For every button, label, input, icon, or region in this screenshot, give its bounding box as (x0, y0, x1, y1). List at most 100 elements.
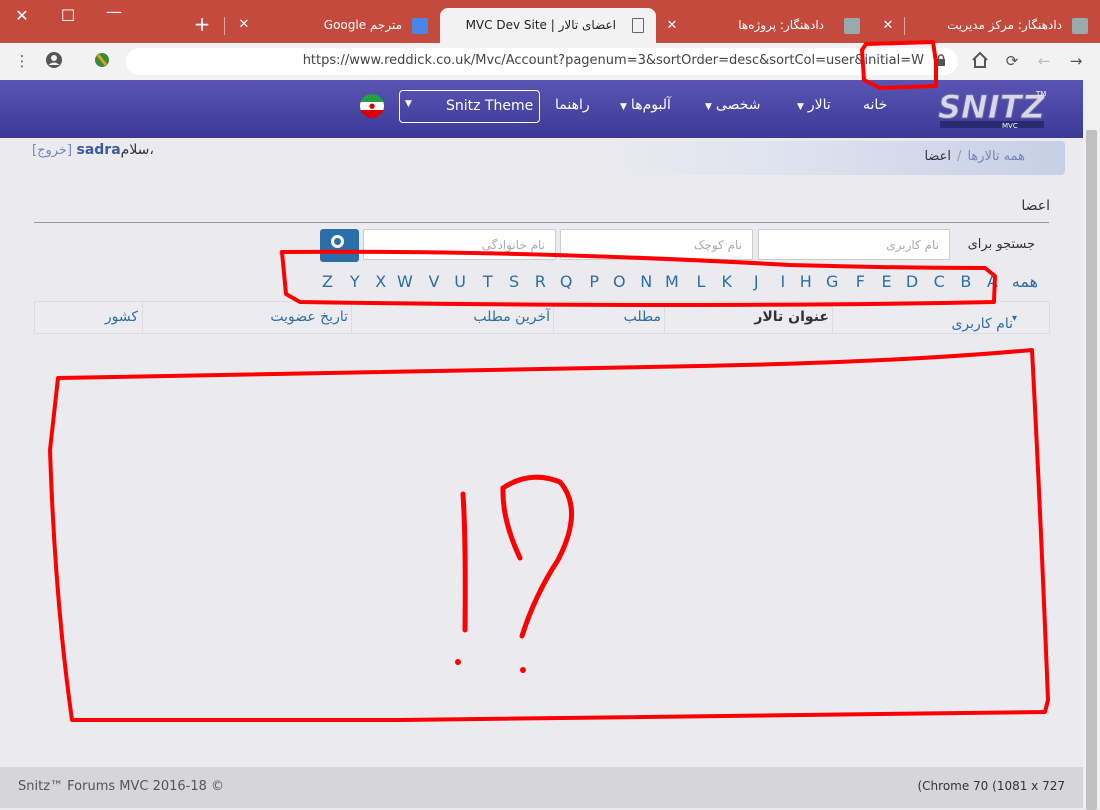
close-icon[interactable]: ✕ (236, 17, 252, 33)
alpha-letter-a[interactable]: A (987, 272, 998, 291)
alpha-letter-d[interactable]: D (906, 272, 918, 291)
logout-link[interactable]: [خروج] (32, 143, 72, 158)
alpha-letter-x[interactable]: X (375, 272, 386, 291)
lock-icon (937, 54, 945, 66)
site-favicon-icon (1072, 18, 1088, 34)
alpha-letter-i[interactable]: I (780, 272, 785, 291)
tab-members[interactable]: اعضای تالار | MVC Dev Site (440, 8, 656, 43)
username-search-input[interactable] (758, 229, 950, 260)
alphabet-filter: همه ABCDEFGHI J KLMNOPQRSTUVWXYZ (300, 272, 1038, 292)
empty-results-box (48, 348, 1050, 722)
caret-icon: ▼ (705, 102, 712, 112)
alpha-letter-o[interactable]: O (613, 272, 626, 291)
theme-select[interactable]: ▼ Snitz Theme (399, 90, 540, 123)
question-dot (520, 667, 526, 673)
alpha-letter-g[interactable]: G (826, 272, 838, 291)
alpha-letter-e[interactable]: E (882, 272, 892, 291)
breadcrumb-separator: / (957, 149, 962, 164)
close-icon[interactable]: ✕ (878, 16, 898, 36)
alpha-letter-t[interactable]: T (483, 272, 493, 291)
alpha-letter-c[interactable]: C (934, 272, 945, 291)
tab-title: مترجم Google (323, 18, 402, 32)
alpha-letter-h[interactable]: H (800, 272, 812, 291)
svg-text:SNITZ: SNITZ (938, 88, 1046, 126)
hello-text: سلام، (120, 142, 154, 158)
reload-icon[interactable]: ⟳ (1002, 51, 1022, 71)
address-bar[interactable]: https://www.reddick.co.uk/Mvc/Account?pa… (126, 48, 958, 75)
minimize-icon[interactable]: — (104, 2, 124, 22)
alpha-letter-f[interactable]: F (856, 272, 865, 291)
search-button[interactable] (320, 229, 359, 262)
browser-info-text: (Chrome 70 (1081 x 727 (917, 779, 1065, 793)
close-icon[interactable]: ✕ (662, 16, 682, 36)
alpha-letter-u[interactable]: U (454, 272, 466, 291)
tab-title: اعضای تالار | MVC Dev Site (465, 18, 616, 32)
breadcrumb-home-link[interactable]: همه تالارها (967, 149, 1025, 164)
tab-divider (904, 17, 905, 35)
page-scrollbar[interactable] (1083, 80, 1100, 810)
url-text: https://www.reddick.co.uk/Mvc/Account?pa… (302, 53, 924, 68)
menu-icon[interactable]: ⋮ (12, 51, 32, 71)
site-header: SNITZ MVC TM خانه ▼ تالار ▼ شخصی ▼ آلبوم‌ها… (0, 80, 1083, 138)
nav-home[interactable]: خانه (863, 97, 887, 113)
nav-albums[interactable]: ▼ آلبوم‌ها (620, 97, 671, 113)
site-footer: Snitz™ Forums MVC 2016-18 © (Chrome 70 (… (0, 767, 1083, 808)
alpha-all-link[interactable]: همه (1012, 272, 1038, 291)
snitz-logo[interactable]: SNITZ MVC TM (936, 86, 1048, 132)
col-posts[interactable]: مطلب (553, 302, 665, 333)
svg-text:MVC: MVC (1002, 122, 1018, 130)
alpha-letter-s[interactable]: S (509, 272, 519, 291)
tab-google-translate[interactable]: ✕ مترجم Google (228, 8, 440, 43)
forward-icon[interactable]: → (1066, 51, 1086, 71)
profile-icon[interactable] (44, 51, 64, 71)
tab-projects[interactable]: دادهنگار: پروژه‌ها (690, 8, 876, 43)
tab-title: دادهنگار: مرکز مدیریت (947, 18, 1062, 32)
alpha-letter-z[interactable]: Z (322, 272, 333, 291)
scrollbar-thumb[interactable] (1086, 130, 1097, 810)
tab-divider (224, 17, 225, 35)
alpha-letter-m[interactable]: M (665, 272, 679, 291)
new-tab-button[interactable]: + (192, 14, 212, 34)
alpha-letter-k[interactable]: K (722, 272, 733, 291)
caret-icon: ▼ (797, 102, 804, 112)
extension-icon[interactable] (92, 51, 112, 71)
page-icon (632, 18, 644, 33)
col-forum-title[interactable]: عنوان تالار (664, 302, 833, 333)
col-username[interactable]: نام کاربری ▾ (832, 302, 1021, 333)
iran-flag-icon[interactable]: ● (360, 94, 384, 118)
alpha-letter-p[interactable]: P (589, 272, 599, 291)
alpha-letter-y[interactable]: Y (350, 272, 360, 291)
caret-icon: ▼ (620, 102, 627, 112)
alpha-letter-v[interactable]: V (428, 272, 439, 291)
lastname-search-input[interactable] (363, 229, 556, 260)
firstname-search-input[interactable] (560, 229, 753, 260)
alpha-letter-b[interactable]: B (960, 272, 971, 291)
col-join-date[interactable]: تاریخ عضویت (142, 302, 352, 333)
alpha-letter-w[interactable]: W (397, 272, 413, 291)
alpha-letter-n[interactable]: N (640, 272, 652, 291)
nav-personal[interactable]: ▼ شخصی (705, 97, 761, 113)
search-icon (331, 235, 344, 248)
user-greeting: [خروج] sadraسلام، (32, 142, 154, 158)
question-mark (500, 474, 574, 639)
username-link[interactable]: sadra (77, 142, 121, 158)
col-last-post[interactable]: آخرین مطلب (351, 302, 554, 333)
alpha-letter-r[interactable]: R (535, 272, 546, 291)
back-icon[interactable]: ← (1034, 51, 1054, 71)
maximize-icon[interactable]: ☐ (58, 6, 78, 26)
alpha-letter-j[interactable]: J (754, 272, 759, 291)
nav-forum[interactable]: ▼ تالار (797, 97, 831, 113)
exclamation-dot (455, 659, 461, 665)
breadcrumb: همه تالارها / اعضا (592, 141, 1065, 175)
alpha-letter-q[interactable]: Q (560, 272, 573, 291)
members-table-header: نام کاربری ▾ عنوان تالار مطلب آخرین مطلب… (34, 301, 1050, 334)
site-favicon-icon (844, 18, 860, 34)
home-icon[interactable] (970, 51, 990, 71)
tab-admin[interactable]: دادهنگار: مرکز مدیریت (906, 8, 1100, 43)
close-window-icon[interactable]: ✕ (12, 6, 32, 26)
alpha-letter-l[interactable]: L (696, 272, 705, 291)
nav-help[interactable]: راهنما (555, 97, 590, 113)
translate-icon (412, 18, 428, 34)
dropdown-arrow-icon: ▼ (405, 99, 412, 109)
col-country[interactable]: کشور (35, 302, 142, 333)
